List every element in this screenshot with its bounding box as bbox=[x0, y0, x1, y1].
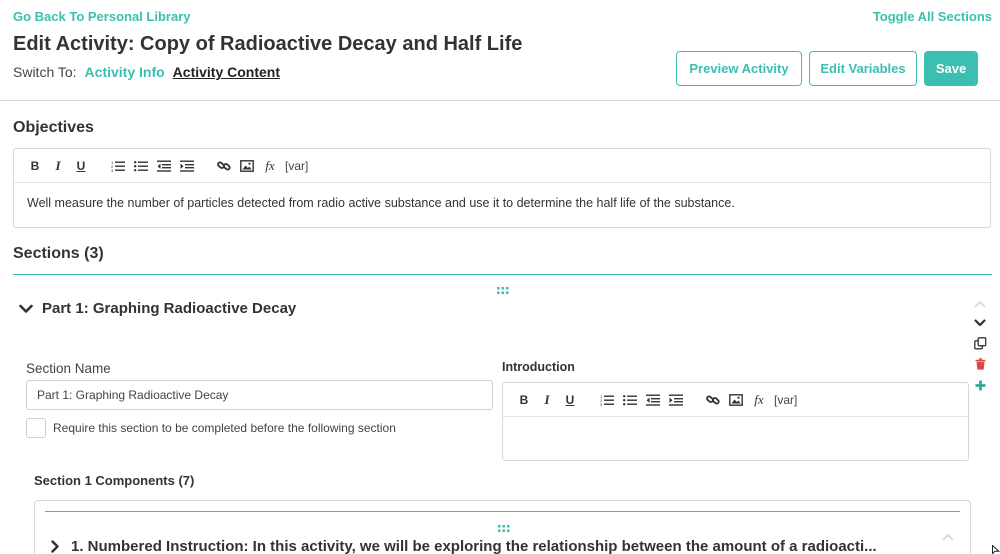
sections-divider bbox=[13, 274, 992, 275]
save-button[interactable]: Save bbox=[924, 51, 978, 86]
duplicate-section-icon[interactable] bbox=[972, 335, 988, 351]
page-title: Edit Activity: Copy of Radioactive Decay… bbox=[13, 33, 523, 55]
introduction-editor[interactable]: B I U 123 fx [var] bbox=[502, 382, 969, 461]
outdent-icon[interactable] bbox=[645, 391, 661, 409]
switch-activity-info-link[interactable]: Activity Info bbox=[85, 64, 165, 80]
introduction-label: Introduction bbox=[502, 360, 575, 374]
edit-variables-button[interactable]: Edit Variables bbox=[809, 51, 917, 86]
sections-heading: Sections (3) bbox=[13, 245, 104, 262]
back-to-library-link[interactable]: Go Back To Personal Library bbox=[13, 9, 190, 24]
indent-icon[interactable] bbox=[179, 157, 195, 175]
add-section-icon[interactable] bbox=[972, 377, 988, 393]
toggle-all-sections-link[interactable]: Toggle All Sections bbox=[873, 9, 992, 24]
formula-fx-icon[interactable]: fx bbox=[751, 391, 767, 409]
link-icon[interactable] bbox=[216, 157, 232, 175]
svg-text:3: 3 bbox=[600, 402, 603, 406]
objectives-toolbar: B I U 123 fx [var] bbox=[14, 149, 990, 183]
section-drag-handle-icon[interactable] bbox=[497, 282, 509, 294]
bold-button[interactable]: B bbox=[27, 157, 43, 175]
link-icon[interactable] bbox=[705, 391, 721, 409]
delete-section-icon[interactable] bbox=[972, 356, 988, 372]
introduction-text[interactable] bbox=[503, 417, 968, 461]
svg-text:3: 3 bbox=[111, 168, 114, 172]
move-section-down-icon[interactable] bbox=[972, 315, 988, 331]
switch-to-label: Switch To: bbox=[13, 64, 77, 80]
introduction-toolbar: B I U 123 fx [var] bbox=[503, 383, 968, 417]
header-divider bbox=[0, 100, 1000, 101]
components-list: 1. Numbered Instruction: In this activit… bbox=[34, 500, 971, 554]
bullet-list-icon[interactable] bbox=[622, 391, 638, 409]
section-name-input[interactable] bbox=[26, 380, 493, 410]
move-section-up-icon[interactable] bbox=[972, 296, 988, 312]
insert-var-button[interactable]: [var] bbox=[285, 157, 308, 175]
preview-activity-button[interactable]: Preview Activity bbox=[676, 51, 802, 86]
section-part1-title: Part 1: Graphing Radioactive Decay bbox=[42, 300, 297, 317]
objectives-editor[interactable]: B I U 123 fx [var] Well measure the numb… bbox=[13, 148, 991, 228]
require-completion-label: Require this section to be completed bef… bbox=[53, 421, 396, 435]
underline-button[interactable]: U bbox=[562, 391, 578, 409]
underline-button[interactable]: U bbox=[73, 157, 89, 175]
component-item[interactable]: 1. Numbered Instruction: In this activit… bbox=[51, 538, 877, 554]
switch-to-nav: Switch To: Activity Info Activity Conten… bbox=[13, 64, 280, 80]
italic-button[interactable]: I bbox=[539, 391, 555, 409]
image-icon[interactable] bbox=[239, 157, 255, 175]
indent-icon[interactable] bbox=[668, 391, 684, 409]
components-divider bbox=[45, 511, 960, 512]
require-completion-checkbox[interactable] bbox=[26, 418, 46, 438]
mouse-cursor-icon bbox=[992, 545, 1000, 554]
bullet-list-icon[interactable] bbox=[133, 157, 149, 175]
image-icon[interactable] bbox=[728, 391, 744, 409]
component-drag-handle-icon[interactable] bbox=[498, 520, 510, 532]
section-name-label: Section Name bbox=[26, 361, 111, 376]
ordered-list-icon[interactable]: 123 bbox=[599, 391, 615, 409]
italic-button[interactable]: I bbox=[50, 157, 66, 175]
bold-button[interactable]: B bbox=[516, 391, 532, 409]
section-components-label: Section 1 Components (7) bbox=[34, 473, 195, 488]
objectives-text[interactable]: Well measure the number of particles det… bbox=[14, 183, 990, 223]
move-component-up-icon[interactable] bbox=[940, 529, 956, 545]
switch-activity-content-link[interactable]: Activity Content bbox=[173, 64, 280, 80]
insert-var-button[interactable]: [var] bbox=[774, 391, 797, 409]
chevron-right-icon bbox=[51, 540, 59, 553]
component-title: 1. Numbered Instruction: In this activit… bbox=[71, 538, 877, 554]
formula-fx-icon[interactable]: fx bbox=[262, 157, 278, 175]
objectives-heading: Objectives bbox=[13, 119, 94, 136]
ordered-list-icon[interactable]: 123 bbox=[110, 157, 126, 175]
outdent-icon[interactable] bbox=[156, 157, 172, 175]
chevron-down-icon bbox=[19, 304, 33, 313]
section-part1-header[interactable]: Part 1: Graphing Radioactive Decay bbox=[19, 300, 296, 317]
